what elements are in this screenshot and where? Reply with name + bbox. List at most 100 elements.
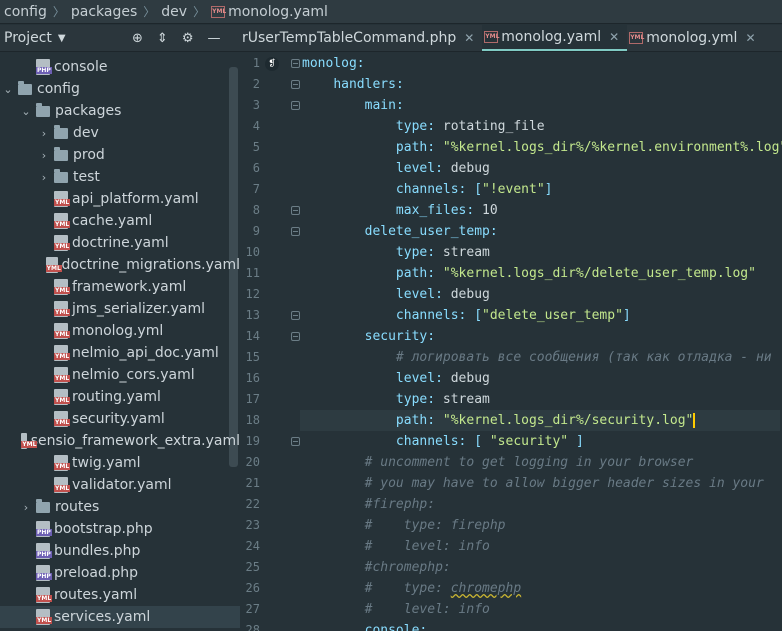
- tree-item-sensio-framework-extra-yaml[interactable]: YML sensio_framework_extra.yaml: [0, 430, 240, 452]
- tree-item-validator-yaml[interactable]: YML validator.yaml: [0, 474, 240, 496]
- tree-item-dev[interactable]: › dev: [0, 122, 240, 144]
- tree-item-services-yaml[interactable]: YML services.yaml: [0, 606, 240, 628]
- code-line[interactable]: # type: chromephp: [302, 578, 522, 599]
- fold-toggle-icon[interactable]: [291, 227, 300, 236]
- code-area[interactable]: monolog: handlers: main: type: rotating_…: [300, 53, 782, 631]
- minimize-icon[interactable]: —: [207, 31, 220, 46]
- code-line[interactable]: # you may have to allow bigger header si…: [302, 473, 764, 494]
- tree-item-routes[interactable]: › routes: [0, 496, 240, 518]
- tab-monolog-yaml[interactable]: YML monolog.yaml ✕: [482, 25, 628, 51]
- caret-down-icon[interactable]: ▼: [58, 33, 66, 44]
- tree-item-monolog-yml[interactable]: YML monolog.yml: [0, 320, 240, 342]
- tree-item-twig-yaml[interactable]: YML twig.yaml: [0, 452, 240, 474]
- tree-item-config[interactable]: ⌄ config: [0, 78, 240, 100]
- code-line[interactable]: channels: [ "security" ]: [302, 431, 584, 452]
- tree-item-jms-serializer-yaml[interactable]: YML jms_serializer.yaml: [0, 298, 240, 320]
- close-icon[interactable]: ✕: [464, 31, 474, 45]
- code-line[interactable]: #firephp:: [302, 494, 435, 515]
- chevron-right-icon[interactable]: ›: [38, 149, 50, 162]
- tree-item-routes-yaml[interactable]: YML routes.yaml: [0, 584, 240, 606]
- chevron-right-icon[interactable]: ›: [38, 127, 50, 140]
- code-line[interactable]: level: debug: [302, 158, 490, 179]
- code-line[interactable]: security:: [302, 326, 435, 347]
- line-number: 5: [252, 140, 260, 154]
- code-line[interactable]: console:: [302, 620, 428, 631]
- tree-item-preload-php[interactable]: PHP preload.php: [0, 562, 240, 584]
- tree-item-doctrine-yaml[interactable]: YML doctrine.yaml: [0, 232, 240, 254]
- code-line[interactable]: level: debug: [302, 284, 490, 305]
- breakpoint-marker-icon[interactable]: ❡: [265, 57, 279, 71]
- tree-item-nelmio-api-doc-yaml[interactable]: YML nelmio_api_doc.yaml: [0, 342, 240, 364]
- tree-item-cache-yaml[interactable]: YML cache.yaml: [0, 210, 240, 232]
- code-line[interactable]: channels: ["delete_user_temp"]: [302, 305, 631, 326]
- code-line[interactable]: monolog:: [302, 53, 365, 74]
- code-line[interactable]: # type: firephp: [302, 515, 506, 536]
- tree-item-console[interactable]: PHP console: [0, 56, 240, 78]
- fold-toggle-icon[interactable]: [291, 311, 300, 320]
- tree-item-routing-yaml[interactable]: YML routing.yaml: [0, 386, 240, 408]
- code-line[interactable]: path: "%kernel.logs_dir%/delete_user_tem…: [302, 263, 756, 284]
- code-line[interactable]: level: debug: [302, 368, 490, 389]
- code-token: "delete_user_temp": [482, 308, 623, 323]
- code-line[interactable]: type: rotating_file: [302, 116, 545, 137]
- yml-file-icon: YML: [54, 367, 71, 383]
- locate-icon[interactable]: ⊕: [132, 31, 143, 46]
- code-editor[interactable]: ❡ 1 2 3 4 5 6 7 8 9 10 11 12 13 14 15 16 17 18 19 20 21 22 23 2…: [240, 53, 782, 631]
- code-line[interactable]: #chromephp:: [302, 557, 451, 578]
- code-line[interactable]: main:: [302, 95, 404, 116]
- fold-toggle-icon[interactable]: [291, 59, 300, 68]
- tree-item-prod[interactable]: › prod: [0, 144, 240, 166]
- tab-monolog-yml[interactable]: YML monolog.yml ✕: [627, 25, 763, 51]
- close-icon[interactable]: ✕: [609, 30, 619, 44]
- chevron-down-icon[interactable]: ⌄: [20, 105, 32, 118]
- code-line[interactable]: channels: ["!event"]: [302, 179, 553, 200]
- code-token: :: [435, 287, 451, 302]
- code-token: # uncomment to get logging in your brows…: [364, 455, 694, 470]
- code-token: main: [364, 98, 396, 113]
- code-line[interactable]: delete_user_temp:: [302, 221, 498, 242]
- collapse-all-icon[interactable]: ⇕: [157, 31, 168, 46]
- breadcrumb-item-config[interactable]: config: [4, 4, 47, 20]
- gear-icon[interactable]: ⚙: [182, 31, 194, 46]
- chevron-right-icon[interactable]: ›: [38, 171, 50, 184]
- tree-item-api-platform-yaml[interactable]: YML api_platform.yaml: [0, 188, 240, 210]
- code-line[interactable]: max_files: 10: [302, 200, 498, 221]
- code-token: stream: [442, 392, 490, 407]
- code-line[interactable]: path: "%kernel.logs_dir%/%kernel.environ…: [302, 137, 782, 158]
- fold-toggle-icon[interactable]: [291, 332, 300, 341]
- breadcrumb-item-file[interactable]: monolog.yaml: [228, 4, 328, 20]
- tree-item-test[interactable]: › test: [0, 166, 240, 188]
- code-token: chromephp: [450, 581, 522, 596]
- project-toolbar: ⊕ ⇕ ⚙ —: [132, 25, 220, 52]
- code-line[interactable]: # level: info: [302, 599, 490, 620]
- code-token: #chromephp:: [364, 560, 451, 575]
- breadcrumb-item-packages[interactable]: packages: [71, 4, 137, 20]
- fold-toggle-icon[interactable]: [291, 101, 300, 110]
- code-line[interactable]: path: "%kernel.logs_dir%/security.log": [300, 410, 780, 431]
- fold-toggle-icon[interactable]: [291, 80, 300, 89]
- tree-item-bootstrap-php[interactable]: PHP bootstrap.php: [0, 518, 240, 540]
- code-line[interactable]: type: stream: [302, 242, 490, 263]
- breadcrumb-item-dev[interactable]: dev: [161, 4, 187, 20]
- code-line[interactable]: type: stream: [302, 389, 490, 410]
- tab-label: monolog.yaml: [501, 29, 602, 45]
- code-line[interactable]: # level: info: [302, 536, 490, 557]
- project-view-selector[interactable]: Project: [4, 30, 52, 46]
- tree-item-framework-yaml[interactable]: YML framework.yaml: [0, 276, 240, 298]
- chevron-right-icon[interactable]: ›: [20, 501, 32, 514]
- tab-rusertemptablecommand-php[interactable]: rUserTempTableCommand.php ✕: [240, 25, 482, 51]
- tree-item-bundles-php[interactable]: PHP bundles.php: [0, 540, 240, 562]
- tree-item-nelmio-cors-yaml[interactable]: YML nelmio_cors.yaml: [0, 364, 240, 386]
- tree-item-packages[interactable]: ⌄ packages: [0, 100, 240, 122]
- close-icon[interactable]: ✕: [745, 31, 755, 45]
- code-line[interactable]: # uncomment to get logging in your brows…: [302, 452, 694, 473]
- code-line[interactable]: # логировать все сообщения (так как отла…: [302, 347, 772, 368]
- tree-item-doctrine-migrations-yaml[interactable]: YML doctrine_migrations.yaml: [0, 254, 240, 276]
- fold-toggle-icon[interactable]: [291, 206, 300, 215]
- php-file-icon: PHP: [36, 521, 52, 537]
- fold-toggle-icon[interactable]: [291, 437, 300, 446]
- tree-item-security-yaml[interactable]: YML security.yaml: [0, 408, 240, 430]
- chevron-down-icon[interactable]: ⌄: [2, 83, 14, 96]
- code-line[interactable]: handlers:: [302, 74, 403, 95]
